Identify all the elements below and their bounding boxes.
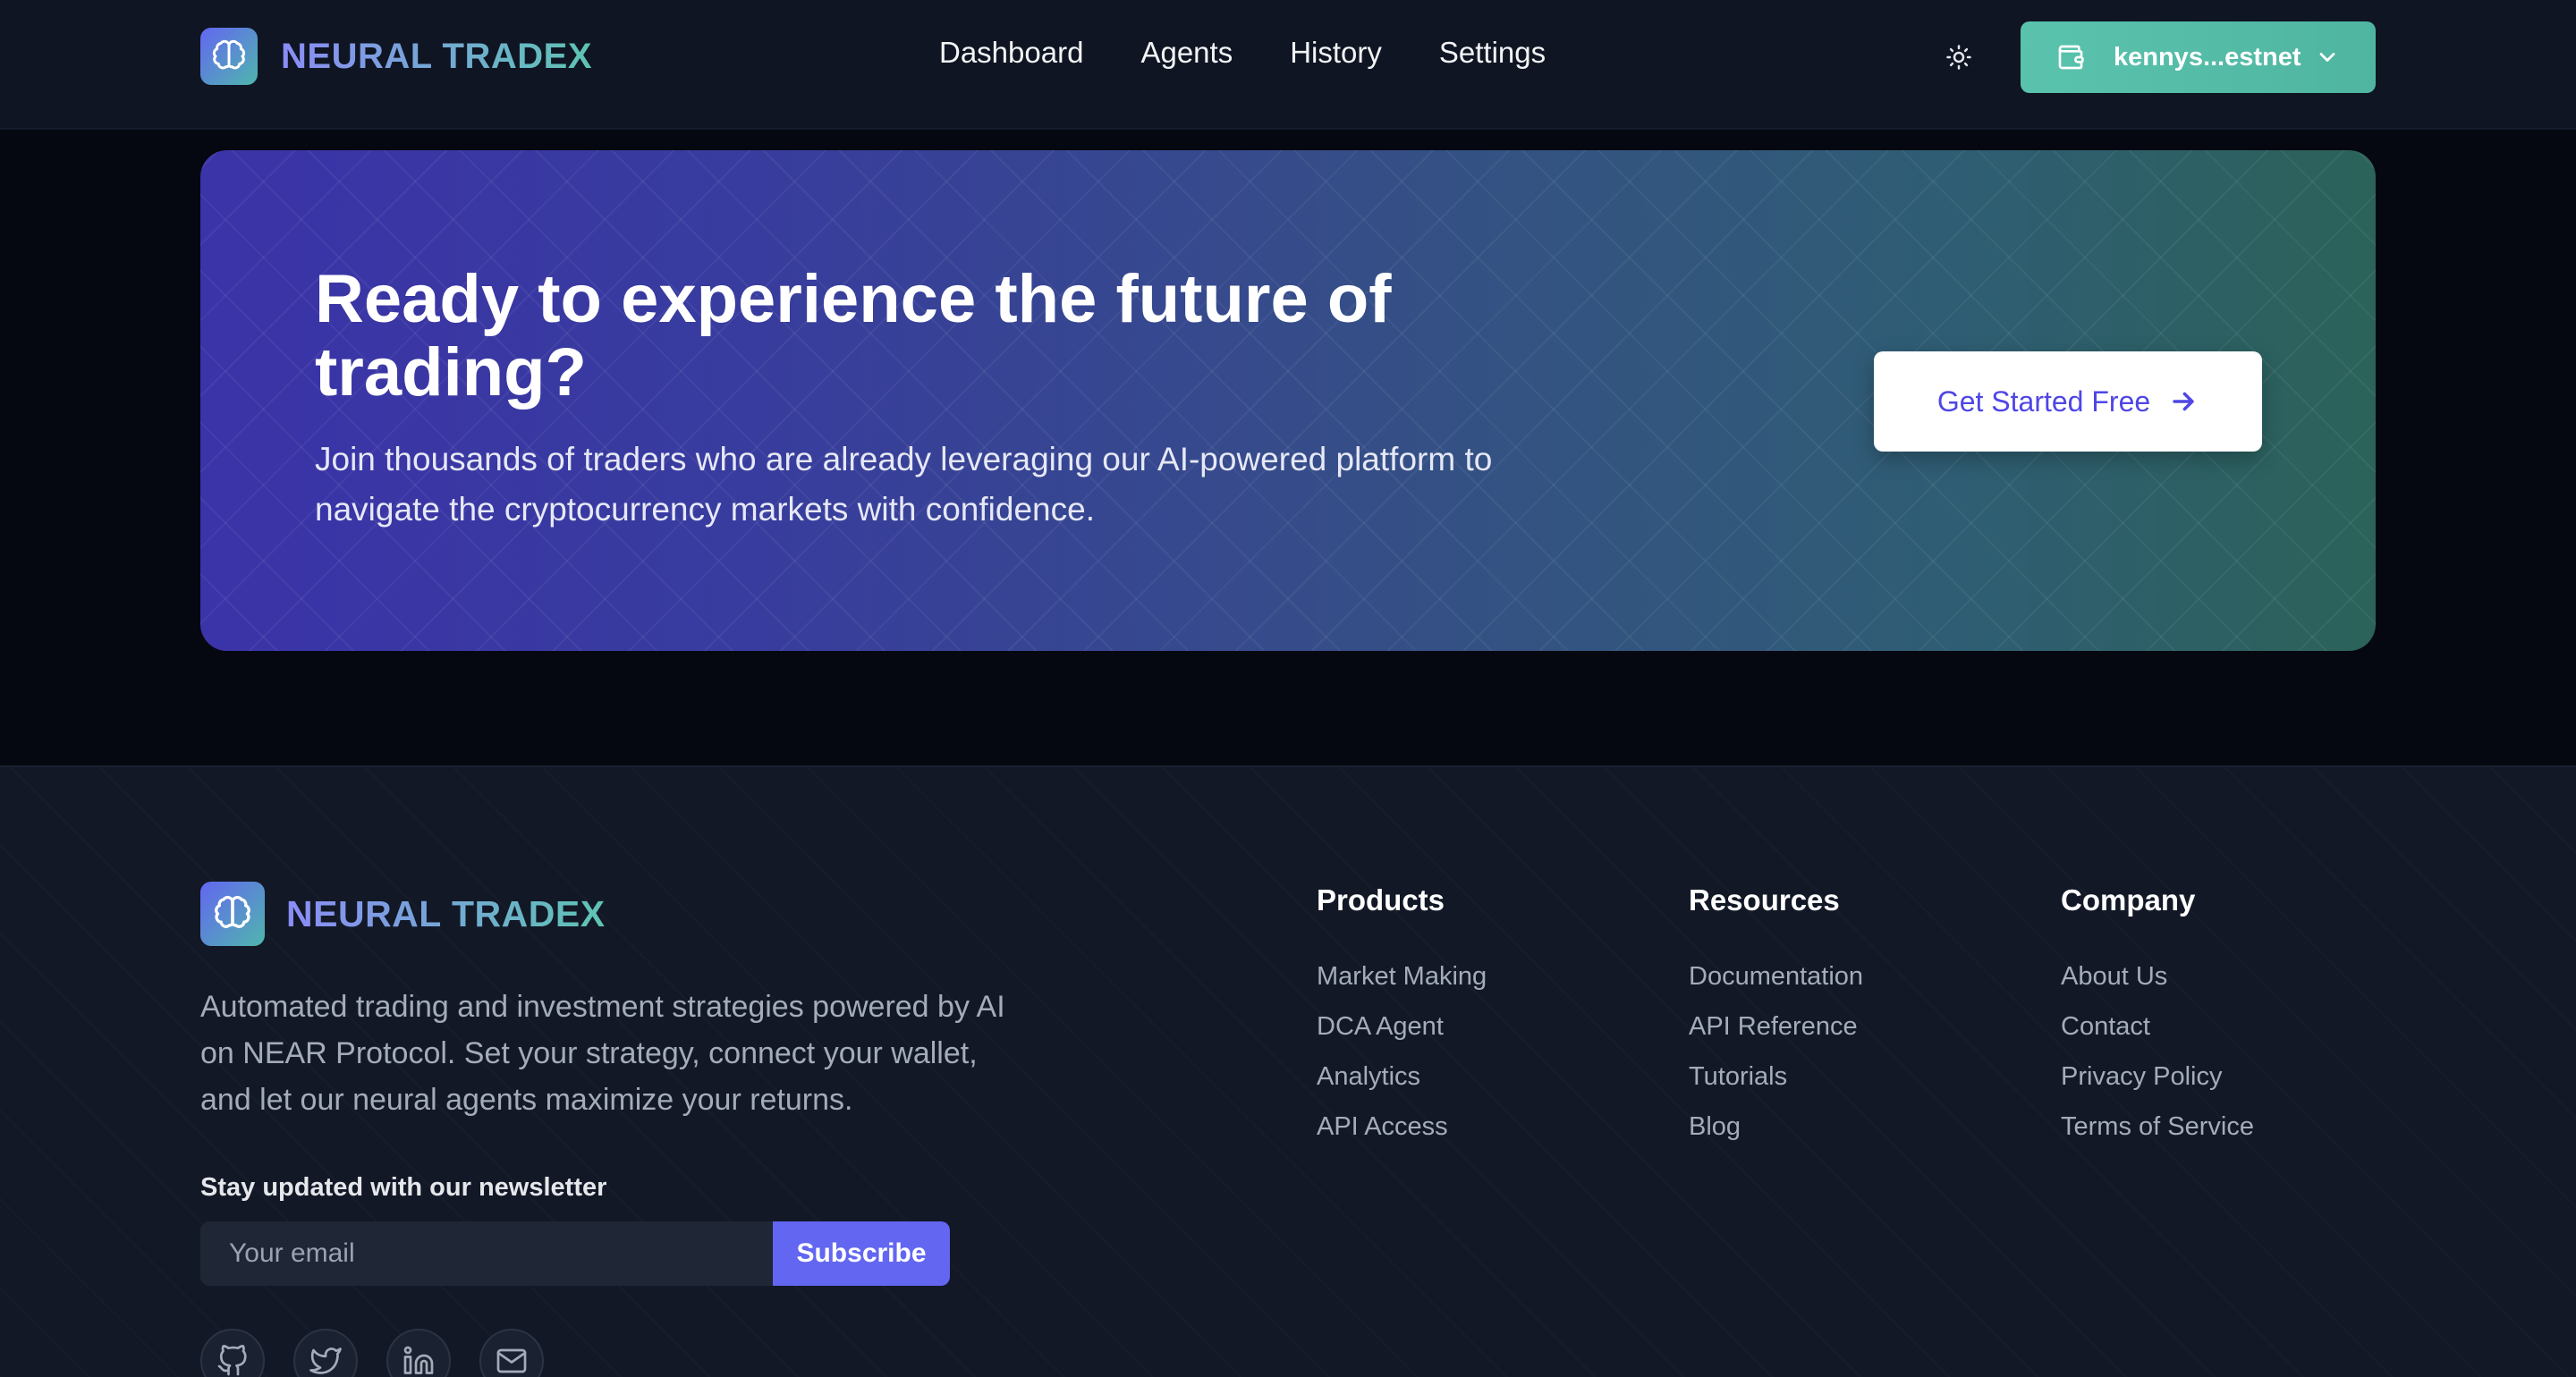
newsletter-email-input[interactable] (200, 1221, 773, 1286)
column-title: Products (1317, 883, 1445, 917)
brand-name: NEURAL TRADEX (281, 36, 593, 76)
twitter-icon (309, 1347, 342, 1374)
footer-link-documentation[interactable]: Documentation (1689, 951, 1863, 1001)
footer-link-contact[interactable]: Contact (2061, 1001, 2254, 1052)
linkedin-link[interactable] (386, 1329, 451, 1377)
get-started-button[interactable]: Get Started Free (1874, 351, 2262, 452)
nav-agents[interactable]: Agents (1140, 36, 1233, 70)
sun-icon (1946, 45, 1971, 70)
theme-toggle-button[interactable] (1943, 41, 1975, 73)
newsletter-form: Subscribe (200, 1221, 950, 1286)
wallet-account-label: kennys...estnet (2114, 42, 2301, 72)
twitter-link[interactable] (293, 1329, 358, 1377)
footer-column-products: Products Market Making DCA Agent Analyti… (1317, 883, 1487, 1152)
get-started-label: Get Started Free (1936, 384, 2151, 418)
column-title: Resources (1689, 883, 1840, 917)
main-nav: Dashboard Agents History Settings (939, 36, 1546, 70)
nav-history[interactable]: History (1290, 36, 1382, 70)
subscribe-button[interactable]: Subscribe (773, 1221, 950, 1286)
footer-brand[interactable]: NEURAL TRADEX (200, 882, 606, 946)
github-icon (217, 1345, 247, 1376)
footer-link-market-making[interactable]: Market Making (1317, 951, 1487, 1001)
brand-logo-link[interactable]: NEURAL TRADEX (200, 28, 592, 85)
footer-link-terms-of-service[interactable]: Terms of Service (2061, 1102, 2254, 1152)
footer-link-blog[interactable]: Blog (1689, 1102, 1863, 1152)
column-title: Company (2061, 883, 2196, 917)
nav-dashboard[interactable]: Dashboard (939, 36, 1083, 70)
footer-link-analytics[interactable]: Analytics (1317, 1052, 1487, 1102)
linkedin-icon (403, 1346, 434, 1374)
footer-link-api-reference[interactable]: API Reference (1689, 1001, 1863, 1052)
github-link[interactable] (200, 1329, 265, 1377)
footer-column-resources: Resources Documentation API Reference Tu… (1689, 883, 1863, 1152)
social-links (200, 1329, 544, 1377)
footer-link-about-us[interactable]: About Us (2061, 951, 2254, 1001)
chevron-down-icon (2319, 53, 2335, 62)
footer-description: Automated trading and investment strateg… (200, 990, 1005, 1117)
nav-settings[interactable]: Settings (1439, 36, 1546, 70)
arrow-right-icon (2173, 392, 2194, 411)
footer-link-dca-agent[interactable]: DCA Agent (1317, 1001, 1487, 1052)
brain-icon (200, 882, 265, 946)
footer-link-privacy-policy[interactable]: Privacy Policy (2061, 1052, 2254, 1102)
wallet-icon (2058, 45, 2084, 70)
cta-subtitle: Join thousands of traders who are alread… (315, 441, 1493, 528)
mail-icon (496, 1348, 527, 1373)
cta-banner: Ready to experience the future of tradin… (200, 150, 2376, 651)
footer-link-tutorials[interactable]: Tutorials (1689, 1052, 1863, 1102)
footer-brand-name: NEURAL TRADEX (286, 892, 606, 934)
site-footer: NEURAL TRADEX Automated trading and inve… (0, 765, 2576, 1377)
top-navbar: NEURAL TRADEX Dashboard Agents History S… (0, 0, 2576, 130)
brain-icon (200, 28, 258, 85)
footer-column-company: Company About Us Contact Privacy Policy … (2061, 883, 2254, 1152)
cta-title: Ready to experience the future of tradin… (315, 261, 1392, 410)
email-link[interactable] (479, 1329, 544, 1377)
wallet-account-button[interactable]: kennys...estnet (2021, 21, 2376, 93)
footer-link-api-access[interactable]: API Access (1317, 1102, 1487, 1152)
newsletter-title: Stay updated with our newsletter (200, 1173, 607, 1202)
